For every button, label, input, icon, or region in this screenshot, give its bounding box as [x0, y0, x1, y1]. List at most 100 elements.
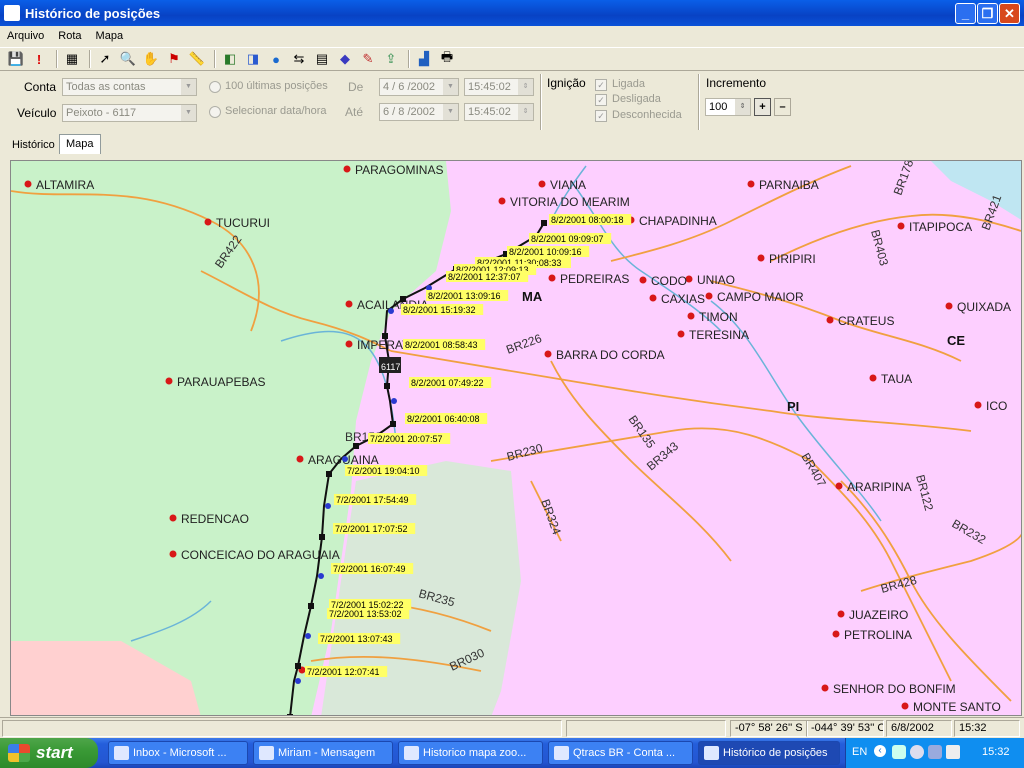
veiculo-select[interactable]: Peixoto - 6117 ▼ — [62, 104, 197, 122]
desconhecida-checkbox[interactable]: ✓ — [595, 110, 607, 122]
radio-ultimas[interactable] — [209, 81, 221, 93]
layers-icon[interactable]: ◧ — [220, 49, 240, 69]
layers2-icon[interactable]: ◨ — [243, 49, 263, 69]
task-mensagem[interactable]: Miriam - Mensagem — [253, 741, 393, 765]
map-edit-icon[interactable]: ✎ — [358, 49, 378, 69]
task-historico-mapa[interactable]: Historico mapa zoo... — [398, 741, 543, 765]
track-point[interactable] — [391, 398, 397, 404]
menu-rota[interactable]: Rota — [51, 30, 88, 42]
radio-data[interactable] — [209, 106, 221, 118]
de-time-field[interactable]: 15:45:02 ⇕ — [464, 78, 534, 96]
incremento-field[interactable]: 100 ⇕ — [705, 98, 751, 116]
track-point[interactable] — [353, 443, 359, 449]
spinner-icon[interactable]: ⇕ — [735, 99, 750, 115]
timestamp-tag[interactable]: 7/2/2001 13:53:02 — [327, 608, 410, 619]
menu-arquivo[interactable]: Arquivo — [0, 30, 51, 42]
timestamp-tag[interactable]: 7/2/2001 20:07:57 — [368, 433, 451, 444]
chevron-down-icon[interactable]: ▼ — [443, 104, 458, 120]
route-icon[interactable]: ⇆ — [289, 49, 309, 69]
save-icon[interactable]: 💾 — [6, 49, 26, 69]
zoom-icon[interactable]: 🔍 — [118, 49, 138, 69]
vehicle-icon[interactable]: ◆ — [335, 49, 355, 69]
status-latitude: -07° 58' 26'' S — [730, 720, 808, 737]
map-canvas[interactable]: BR422BR226BR135BR230BR324BR343 BR407BR122… — [11, 161, 1022, 716]
task-qtracs[interactable]: Qtracs BR - Conta ... — [548, 741, 693, 765]
timestamp-tag[interactable]: 7/2/2001 16:07:49 — [331, 563, 414, 574]
timestamp-tag[interactable]: 7/2/2001 17:07:52 — [333, 523, 416, 534]
timestamp-tag[interactable]: 8/2/2001 06:40:08 — [405, 413, 488, 424]
track-point[interactable] — [295, 678, 301, 684]
city-dot — [835, 482, 843, 490]
pointer-icon[interactable]: ➚ — [95, 49, 115, 69]
chart-icon[interactable]: ▟ — [414, 49, 434, 69]
timestamp-tag[interactable]: 7/2/2001 12:07:41 — [305, 666, 388, 677]
task-historico-posicoes[interactable]: Histórico de posições — [698, 741, 840, 765]
tray-expand-icon[interactable]: ‹ — [874, 745, 886, 757]
timestamp-tag[interactable]: 7/2/2001 17:54:49 — [334, 494, 417, 505]
track-point[interactable] — [326, 471, 332, 477]
track-point[interactable] — [295, 663, 301, 669]
tray-speaker-icon[interactable] — [946, 745, 960, 759]
increment-plus-button[interactable]: + — [754, 98, 771, 116]
spinner-icon[interactable]: ⇕ — [518, 79, 533, 95]
ate-time-field[interactable]: 15:45:02 ⇕ — [464, 103, 534, 121]
timestamp-tag[interactable]: 8/2/2001 15:19:32 — [401, 304, 484, 315]
task-inbox[interactable]: Inbox - Microsoft ... — [108, 741, 248, 765]
track-point[interactable] — [308, 603, 314, 609]
de-date-field[interactable]: 4 / 6 /2002 ▼ — [379, 78, 459, 96]
ligada-checkbox[interactable]: ✓ — [595, 79, 607, 91]
track-point[interactable] — [541, 220, 547, 226]
conta-select[interactable]: Todas as contas ▼ — [62, 78, 197, 96]
track-point[interactable] — [325, 503, 331, 509]
chevron-down-icon[interactable]: ▼ — [181, 105, 196, 121]
ruler-icon[interactable]: 📏 — [187, 49, 207, 69]
alert-icon[interactable]: ! — [29, 49, 49, 69]
language-indicator[interactable]: EN — [852, 746, 867, 758]
tab-mapa[interactable]: Mapa — [59, 134, 101, 154]
timestamp-tag[interactable]: 8/2/2001 07:49:22 — [409, 377, 492, 388]
spinner-icon[interactable]: ⇕ — [518, 104, 533, 120]
timestamp-tag[interactable]: 7/2/2001 19:04:10 — [345, 465, 428, 476]
flag-icon[interactable]: ⚑ — [164, 49, 184, 69]
tray-network-icon[interactable] — [892, 745, 906, 759]
tab-historico[interactable]: Histórico — [6, 136, 61, 156]
track-point[interactable] — [342, 456, 348, 462]
timestamp-tag[interactable]: 8/2/2001 13:09:16 — [426, 290, 509, 301]
table-icon[interactable]: ▦ — [62, 49, 82, 69]
minimize-button[interactable]: _ — [955, 3, 976, 24]
track-point[interactable] — [319, 534, 325, 540]
timestamp-tag[interactable]: 8/2/2001 08:00:18 — [549, 214, 632, 225]
start-button[interactable]: start — [0, 738, 98, 768]
timestamp-tag[interactable]: 8/2/2001 09:09:07 — [529, 233, 612, 244]
report-icon[interactable]: ▤ — [312, 49, 332, 69]
track-point[interactable] — [390, 421, 396, 427]
track-point[interactable] — [318, 573, 324, 579]
track-point[interactable] — [388, 308, 394, 314]
desligada-checkbox[interactable]: ✓ — [595, 94, 607, 106]
globe-icon[interactable]: ● — [266, 49, 286, 69]
track-point[interactable] — [384, 383, 390, 389]
chevron-down-icon[interactable]: ▼ — [443, 79, 458, 95]
timestamp-tag[interactable]: 8/2/2001 10:09:16 — [507, 246, 590, 257]
vehicle-marker[interactable]: 6117 — [379, 357, 401, 373]
chevron-down-icon[interactable]: ▼ — [181, 79, 196, 95]
timestamp-tag[interactable]: 8/2/2001 12:37:07 — [446, 271, 529, 282]
track-point[interactable] — [287, 714, 293, 716]
close-button[interactable]: ✕ — [999, 3, 1020, 24]
tray-monitor-icon[interactable] — [928, 745, 942, 759]
print-icon[interactable]: 🖶 — [437, 49, 457, 69]
timestamp-tag[interactable]: 7/2/2001 13:07:43 — [318, 633, 401, 644]
export-icon[interactable]: ⇪ — [381, 49, 401, 69]
menu-mapa[interactable]: Mapa — [89, 30, 131, 42]
hand-icon[interactable]: ✋ — [141, 49, 161, 69]
track-point[interactable] — [400, 296, 406, 302]
timestamp-tag[interactable]: 8/2/2001 08:58:43 — [403, 339, 486, 350]
increment-minus-button[interactable]: – — [774, 98, 791, 116]
ate-date-field[interactable]: 6 / 8 /2002 ▼ — [379, 103, 459, 121]
tray-search-icon[interactable] — [910, 745, 924, 759]
track-point[interactable] — [305, 633, 311, 639]
track-point[interactable] — [382, 333, 388, 339]
map-view[interactable]: BR422 BR226 BR135 BR230 BR324 BR343 BR407 BR122… — [10, 160, 1022, 716]
city-dot — [869, 374, 877, 382]
maximize-button[interactable]: ❐ — [977, 3, 998, 24]
